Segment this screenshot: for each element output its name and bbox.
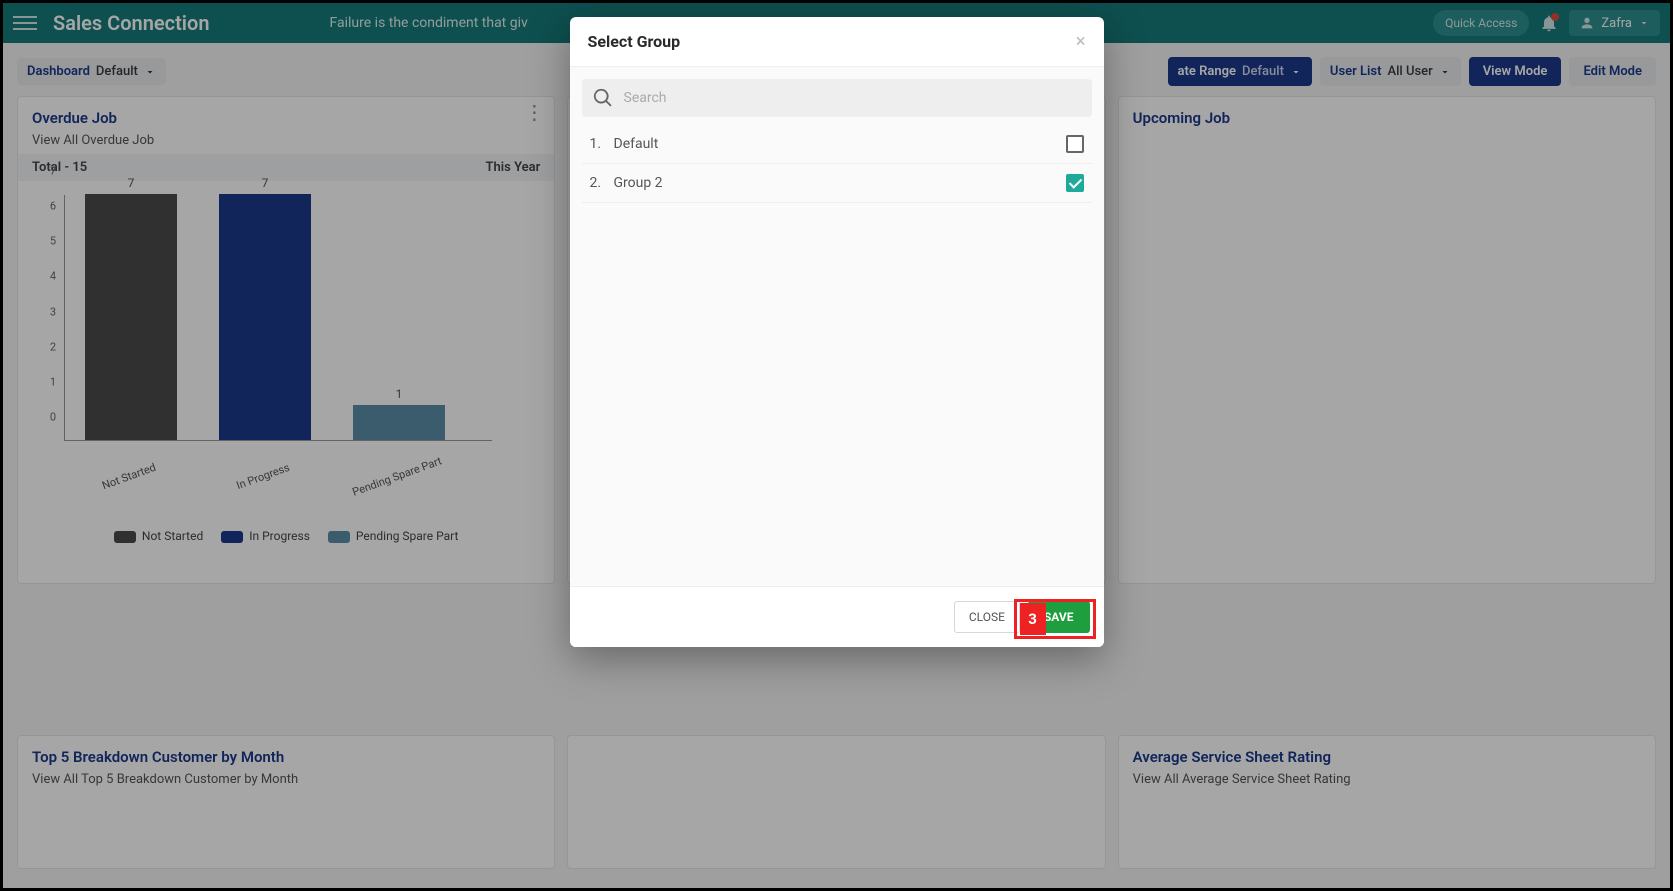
search-input[interactable] bbox=[624, 90, 1082, 106]
group-row[interactable]: 1.Default bbox=[582, 125, 1092, 164]
group-checkbox[interactable] bbox=[1066, 174, 1084, 192]
modal-overlay[interactable]: Select Group × 1.Default2.Group 2 CLOSE … bbox=[3, 3, 1670, 888]
group-name: Default bbox=[614, 136, 659, 152]
group-row[interactable]: 2.Group 2 bbox=[582, 164, 1092, 203]
group-number: 1. bbox=[590, 136, 614, 152]
group-name: Group 2 bbox=[614, 175, 663, 191]
search-icon bbox=[592, 87, 614, 109]
annotation-number: 3 bbox=[1020, 603, 1046, 635]
close-icon[interactable]: × bbox=[1076, 31, 1086, 52]
select-group-modal: Select Group × 1.Default2.Group 2 CLOSE … bbox=[570, 17, 1104, 647]
modal-title: Select Group bbox=[588, 32, 681, 51]
search-box[interactable] bbox=[582, 79, 1092, 117]
close-button[interactable]: CLOSE bbox=[954, 601, 1020, 633]
group-number: 2. bbox=[590, 175, 614, 191]
group-checkbox[interactable] bbox=[1066, 135, 1084, 153]
